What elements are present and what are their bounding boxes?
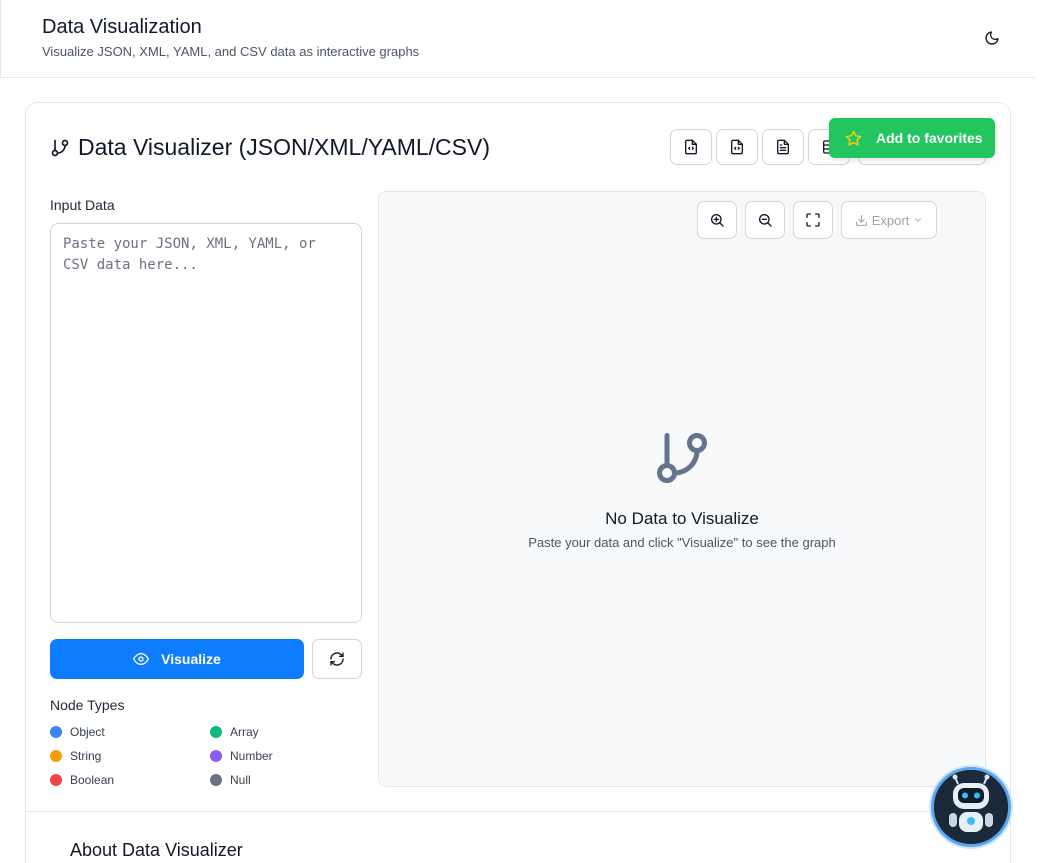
file-text-icon bbox=[777, 139, 789, 155]
legend-label: Number bbox=[230, 749, 273, 763]
robot-icon bbox=[934, 770, 1008, 844]
empty-state-subtitle: Paste your data and click "Visualize" to… bbox=[528, 535, 836, 550]
about-heading: About Data Visualizer bbox=[70, 840, 243, 860]
export-dropdown-button[interactable]: Export bbox=[841, 201, 937, 239]
reset-button[interactable] bbox=[312, 639, 362, 679]
legend-dot bbox=[210, 726, 222, 738]
legend-item-null: Null bbox=[210, 773, 251, 787]
legend-dot bbox=[50, 726, 62, 738]
refresh-icon bbox=[330, 652, 344, 666]
legend-label: Object bbox=[70, 725, 105, 739]
git-branch-icon bbox=[51, 139, 69, 156]
page-subtitle: Visualize JSON, XML, YAML, and CSV data … bbox=[42, 44, 420, 59]
app-header: Data Visualization Visualize JSON, XML, … bbox=[0, 0, 1035, 78]
legend-dot bbox=[50, 774, 62, 786]
fullscreen-button[interactable] bbox=[793, 201, 833, 239]
card-title: Data Visualizer (JSON/XML/YAML/CSV) bbox=[78, 134, 490, 160]
file-code-icon bbox=[685, 139, 697, 155]
legend-label: Null bbox=[230, 773, 251, 787]
zoom-out-icon bbox=[759, 214, 772, 227]
file-code-icon bbox=[731, 139, 743, 155]
node-types-title: Node Types bbox=[50, 697, 125, 713]
chevron-down-icon bbox=[915, 218, 922, 222]
legend-item-boolean: Boolean bbox=[50, 773, 114, 787]
legend-dot bbox=[210, 774, 222, 786]
sample-yaml-button[interactable] bbox=[762, 129, 804, 165]
star-icon bbox=[845, 130, 862, 146]
download-icon bbox=[855, 214, 867, 226]
visualize-button[interactable]: Visualize bbox=[50, 639, 304, 679]
assistant-bot-button[interactable] bbox=[931, 767, 1011, 847]
data-input-textarea[interactable] bbox=[50, 223, 362, 623]
legend-dot bbox=[50, 750, 62, 762]
add-to-favorites-button[interactable]: Add to favorites bbox=[829, 118, 995, 158]
section-divider bbox=[26, 811, 1010, 812]
sample-xml-button[interactable] bbox=[716, 129, 758, 165]
legend-label: String bbox=[70, 749, 102, 763]
legend-item-array: Array bbox=[210, 725, 259, 739]
sample-json-button[interactable] bbox=[670, 129, 712, 165]
card-heading: Data Visualizer (JSON/XML/YAML/CSV) bbox=[50, 134, 490, 161]
visualize-label: Visualize bbox=[161, 651, 221, 667]
input-data-label: Input Data bbox=[50, 197, 115, 213]
legend-item-string: String bbox=[50, 749, 101, 763]
export-label: Export bbox=[871, 212, 910, 228]
moon-icon bbox=[985, 31, 999, 45]
legend-dot bbox=[210, 750, 222, 762]
favorites-label: Add to favorites bbox=[876, 130, 983, 146]
zoom-out-button[interactable] bbox=[745, 201, 785, 239]
legend-item-number: Number bbox=[210, 749, 273, 763]
git-branch-icon bbox=[652, 428, 712, 493]
theme-toggle-button[interactable] bbox=[980, 26, 1004, 50]
legend-item-object: Object bbox=[50, 725, 105, 739]
fullscreen-icon bbox=[806, 213, 820, 227]
zoom-in-button[interactable] bbox=[697, 201, 737, 239]
legend-label: Boolean bbox=[70, 773, 115, 787]
empty-state-title: No Data to Visualize bbox=[605, 509, 759, 528]
legend-label: Array bbox=[230, 725, 259, 739]
page-title: Data Visualization bbox=[42, 16, 202, 38]
eye-icon bbox=[133, 653, 150, 665]
zoom-in-icon bbox=[711, 214, 724, 227]
